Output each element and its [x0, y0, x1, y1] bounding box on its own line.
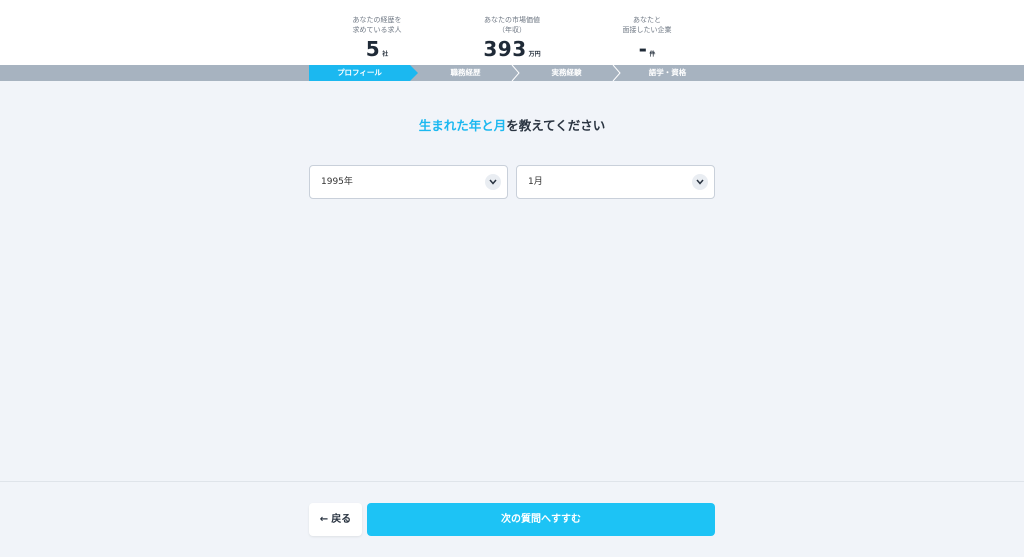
question-title: 生まれた年と月を教えてください — [0, 115, 1024, 134]
month-select[interactable]: 1月 — [516, 165, 715, 199]
stat-matching-jobs: あなたの経歴を 求めている求人 5社 — [317, 15, 437, 61]
year-select[interactable]: 1995年 — [309, 165, 508, 199]
next-button-label: 次の質問へすすむ — [501, 514, 581, 525]
stat-unit: 万円 — [528, 51, 541, 58]
step-profile: プロフィール — [309, 65, 418, 81]
stat-market-value: あなたの市場価値 （年収） 393 万円 — [452, 15, 572, 61]
month-select-value: 1月 — [528, 177, 543, 187]
step-language-license: 語学・資格 — [648, 68, 687, 77]
next-question-button[interactable]: 次の質問へすすむ — [367, 503, 715, 536]
header: あなたの経歴を 求めている求人 5社 あなたの市場価値 （年収） 393 万円 あ… — [0, 0, 1024, 65]
stat-value: 5 — [365, 37, 381, 61]
arrow-left-icon: ← — [319, 514, 329, 525]
question-highlight: 生まれた年と月 — [418, 118, 507, 133]
stat-value: - — [638, 37, 648, 61]
step-experience: 実務経験 — [551, 68, 582, 77]
step-work-history: 職務経歴 — [450, 68, 481, 77]
year-select-value: 1995年 — [321, 177, 353, 187]
stat-interview-companies: あなたと 面接したい企業 -件 — [587, 15, 707, 61]
stat-unit: 件 — [649, 51, 656, 58]
chevron-down-icon — [692, 174, 708, 190]
question-rest: を教えてください — [506, 118, 606, 133]
progress-steps: プロフィール 職務経歴 実務経験 語学・資格 — [0, 65, 1024, 81]
back-button[interactable]: ← 戻る — [309, 503, 362, 536]
back-button-label: 戻る — [331, 514, 352, 525]
stat-label: あなたの経歴を 求めている求人 — [352, 16, 402, 34]
stat-unit: 社 — [382, 51, 389, 58]
chevron-down-icon — [485, 174, 501, 190]
stat-value: 393 — [483, 37, 527, 61]
footer-divider — [0, 481, 1024, 482]
stat-label: あなたと 面接したい企業 — [622, 16, 672, 34]
stat-label: あなたの市場価値 （年収） — [484, 16, 540, 34]
